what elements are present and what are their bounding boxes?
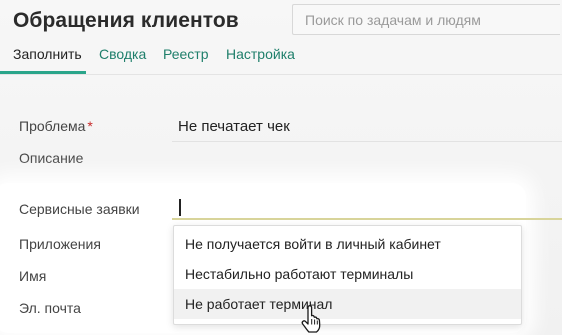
tab-bar: Заполнить Сводка Реестр Настройка: [0, 46, 562, 74]
page-header: Обращения клиентов Заполнить Сводка Реес…: [0, 0, 562, 75]
tab-summary[interactable]: Сводка: [99, 46, 146, 62]
tab-registry[interactable]: Реестр: [163, 46, 209, 62]
hand-pointer-icon: [301, 305, 321, 333]
problem-label-text: Проблема: [19, 118, 86, 134]
email-label: Эл. почта: [19, 300, 81, 316]
description-label: Описание: [19, 150, 84, 166]
name-label: Имя: [19, 268, 47, 284]
text-caret: [179, 199, 181, 216]
dropdown-option[interactable]: Нестабильно работают терминалы: [174, 259, 521, 289]
dropdown-option[interactable]: Не получается войти в личный кабинет: [174, 229, 521, 259]
tab-fill[interactable]: Заполнить: [13, 46, 82, 62]
problem-field[interactable]: Не печатает чек: [178, 118, 562, 135]
tab-settings[interactable]: Настройка: [226, 46, 295, 62]
attachments-label: Приложения: [19, 236, 101, 252]
problem-label: Проблема *: [19, 118, 93, 134]
dropdown-option-hovered[interactable]: Не работает терминал: [174, 289, 521, 319]
required-mark: *: [87, 118, 93, 134]
page-title: Обращения клиентов: [13, 9, 239, 32]
header-divider: [0, 74, 562, 75]
service-requests-label: Сервисные заявки: [19, 201, 140, 217]
problem-field-underline: [172, 141, 562, 142]
service-requests-dropdown: Не получается войти в личный кабинет Нес…: [173, 225, 522, 325]
service-requests-input[interactable]: [172, 194, 562, 220]
search-input[interactable]: [292, 4, 560, 35]
